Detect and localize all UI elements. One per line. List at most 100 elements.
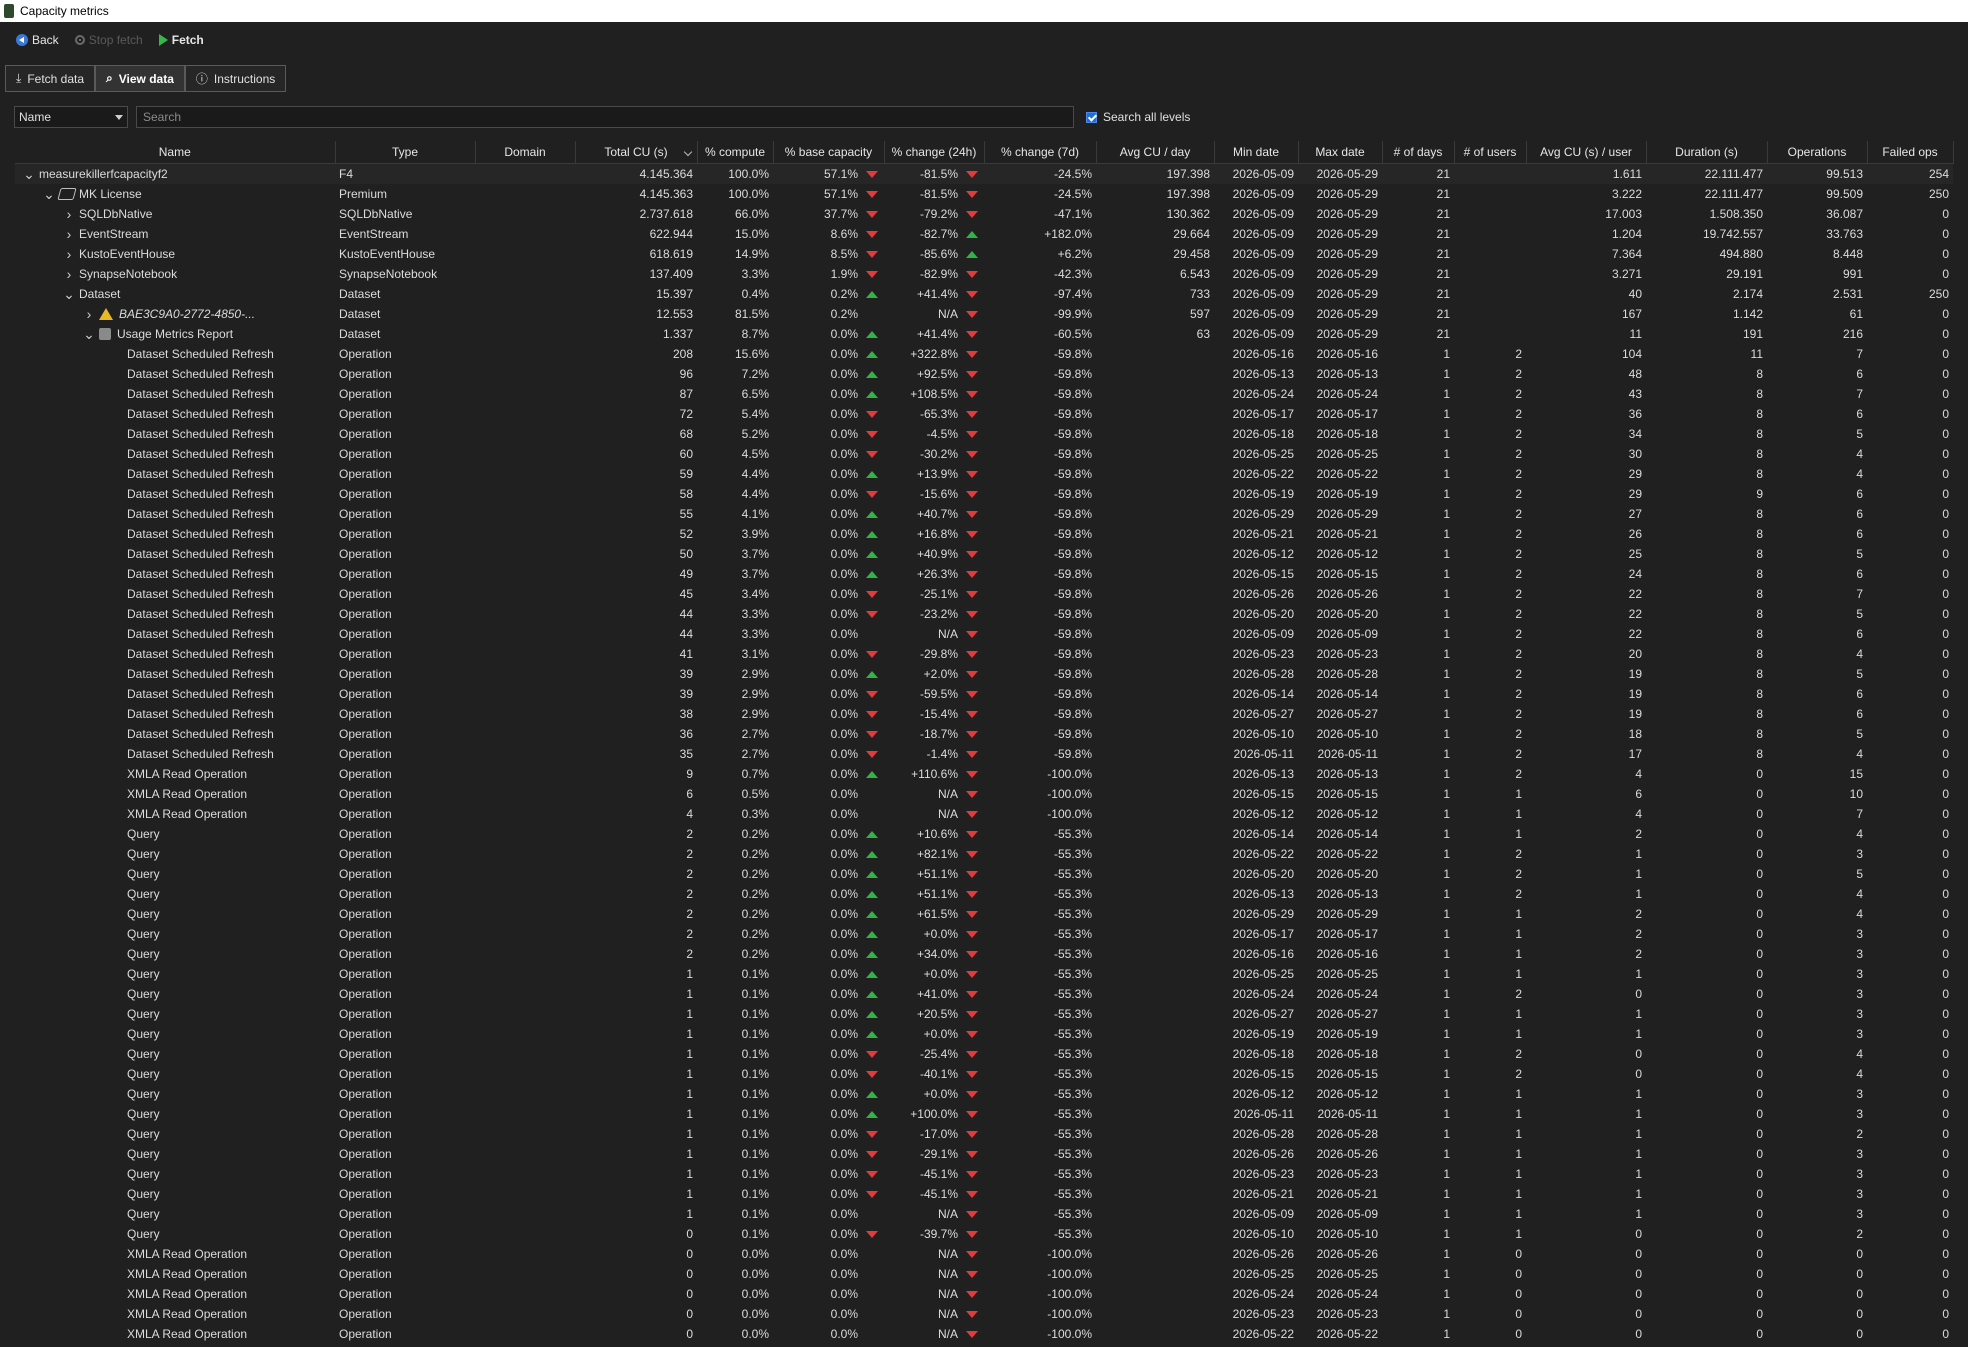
table-row[interactable]: Query Operation 1 0.1% 0.0% -40.1% -55.3% 2026-… xyxy=(15,1064,1953,1084)
table-row[interactable]: Query Operation 0 0.1% 0.0% -39.7% -55.3% 2026-… xyxy=(15,1224,1953,1244)
table-row[interactable]: Query Operation 1 0.1% 0.0% +0.0% -55.3% 2026-0… xyxy=(15,1084,1953,1104)
chevron-down-icon[interactable]: ⌄ xyxy=(23,167,35,181)
column-header[interactable]: Domain xyxy=(475,141,576,164)
table-row[interactable]: Dataset Scheduled Refresh Operation 52 3.9%… xyxy=(15,524,1953,544)
base-capacity-value: 0.2% xyxy=(830,307,858,321)
table-row[interactable]: Dataset Scheduled Refresh Operation 44 3.3%… xyxy=(15,604,1953,624)
column-header[interactable]: % change (24h) xyxy=(884,141,985,164)
sort-descending-icon[interactable] xyxy=(683,147,692,157)
table-row[interactable]: XMLA Read Operation Operation 4 0.3% 0.0% N/A… xyxy=(15,804,1953,824)
column-header[interactable]: % compute xyxy=(697,141,774,164)
metrics-grid: Name Type Domain Total CU (s)% compute% bas… xyxy=(15,141,1954,1344)
table-row[interactable]: Query Operation 1 0.1% 0.0% -25.4% -55.3% 2026-… xyxy=(15,1044,1953,1064)
table-row[interactable]: Query Operation 2 0.2% 0.0% +51.1% -55.3% 2026-… xyxy=(15,884,1953,904)
table-row[interactable]: Dataset Scheduled Refresh Operation 60 4.5%… xyxy=(15,444,1953,464)
column-header[interactable]: Failed ops xyxy=(1867,141,1954,164)
search-field-select[interactable]: Name xyxy=(14,106,128,128)
table-row[interactable]: XMLA Read Operation Operation 9 0.7% 0.0% +11… xyxy=(15,764,1953,784)
table-row[interactable]: Dataset Scheduled Refresh Operation 68 5.2%… xyxy=(15,424,1953,444)
column-header[interactable]: # of days xyxy=(1382,141,1455,164)
back-button[interactable]: Back xyxy=(12,31,63,49)
table-row[interactable]: XMLA Read Operation Operation 6 0.5% 0.0% N/A… xyxy=(15,784,1953,804)
chevron-right-icon[interactable]: › xyxy=(83,306,95,322)
column-header[interactable]: Type xyxy=(335,141,476,164)
table-row[interactable]: Dataset Scheduled Refresh Operation 44 3.3%… xyxy=(15,624,1953,644)
duration-cell: 0 xyxy=(1756,1207,1763,1221)
table-row[interactable]: Dataset Scheduled Refresh Operation 41 3.1%… xyxy=(15,644,1953,664)
chevron-down-icon[interactable]: ⌄ xyxy=(63,287,75,301)
column-header[interactable]: Total CU (s) xyxy=(575,141,698,164)
column-header[interactable]: % base capacity xyxy=(773,141,885,164)
column-header[interactable]: Avg CU (s) / user xyxy=(1526,141,1647,164)
table-row[interactable]: ⌄ Usage Metrics Report Dataset 1.337 8.7% 0.0… xyxy=(15,324,1953,344)
table-row[interactable]: › KustoEventHouse KustoEventHouse 618.619 14… xyxy=(15,244,1953,264)
table-row[interactable]: Dataset Scheduled Refresh Operation 45 3.4%… xyxy=(15,584,1953,604)
column-header[interactable]: Min date xyxy=(1214,141,1299,164)
duration-cell: 8 xyxy=(1756,647,1763,661)
chevron-down-icon[interactable]: ⌄ xyxy=(83,327,95,341)
tab-view-data[interactable]: ⌕ View data xyxy=(95,65,185,92)
table-row[interactable]: Query Operation 1 0.1% 0.0% -45.1% -55.3% 2026-… xyxy=(15,1164,1953,1184)
table-row[interactable]: Query Operation 2 0.2% 0.0% +10.6% -55.3% 2026-… xyxy=(15,824,1953,844)
table-row[interactable]: Query Operation 1 0.1% 0.0% +20.5% -55.3% 2026-… xyxy=(15,1004,1953,1024)
table-row[interactable]: Dataset Scheduled Refresh Operation 39 2.9%… xyxy=(15,664,1953,684)
chevron-right-icon[interactable]: › xyxy=(63,266,75,282)
table-row[interactable]: Dataset Scheduled Refresh Operation 36 2.7%… xyxy=(15,724,1953,744)
chevron-right-icon[interactable]: › xyxy=(63,246,75,262)
table-row[interactable]: XMLA Read Operation Operation 0 0.0% 0.0% N/A… xyxy=(15,1264,1953,1284)
table-row[interactable]: Query Operation 2 0.2% 0.0% +51.1% -55.3% 2026-… xyxy=(15,864,1953,884)
table-row[interactable]: Dataset Scheduled Refresh Operation 50 3.7%… xyxy=(15,544,1953,564)
table-row[interactable]: XMLA Read Operation Operation 0 0.0% 0.0% N/A… xyxy=(15,1284,1953,1304)
table-row[interactable]: XMLA Read Operation Operation 0 0.0% 0.0% N/A… xyxy=(15,1324,1953,1344)
table-row[interactable]: Dataset Scheduled Refresh Operation 72 5.4%… xyxy=(15,404,1953,424)
table-row[interactable]: ⌄ Dataset Dataset 15.397 0.4% 0.2% +41.4% -97.4… xyxy=(15,284,1953,304)
table-row[interactable]: XMLA Read Operation Operation 0 0.0% 0.0% N/A… xyxy=(15,1244,1953,1264)
fetch-button[interactable]: Fetch xyxy=(155,31,208,49)
table-row[interactable]: Dataset Scheduled Refresh Operation 58 4.4%… xyxy=(15,484,1953,504)
table-row[interactable]: › EventStream EventStream 622.944 15.0% 8.6% -… xyxy=(15,224,1953,244)
table-row[interactable]: Query Operation 1 0.1% 0.0% +41.0% -55.3% 2026-… xyxy=(15,984,1953,1004)
table-row[interactable]: Query Operation 1 0.1% 0.0% -17.0% -55.3% 2026-… xyxy=(15,1124,1953,1144)
table-row[interactable]: Query Operation 2 0.2% 0.0% +34.0% -55.3% 2026-… xyxy=(15,944,1953,964)
column-header[interactable]: % change (7d) xyxy=(984,141,1097,164)
table-row[interactable]: › SynapseNotebook SynapseNotebook 137.409 3.… xyxy=(15,264,1953,284)
search-input[interactable]: Search xyxy=(136,106,1074,128)
table-row[interactable]: Query Operation 1 0.1% 0.0% N/A -55.3% 2026-05-… xyxy=(15,1204,1953,1224)
tab-instructions[interactable]: ⓘ Instructions xyxy=(184,65,287,92)
table-row[interactable]: Dataset Scheduled Refresh Operation 96 7.2%… xyxy=(15,364,1953,384)
search-all-levels-checkbox[interactable]: Search all levels xyxy=(1086,110,1190,124)
column-header[interactable]: Duration (s) xyxy=(1646,141,1768,164)
chevron-down-icon[interactable]: ⌄ xyxy=(43,187,55,201)
table-row[interactable]: Dataset Scheduled Refresh Operation 49 3.7%… xyxy=(15,564,1953,584)
tab-fetch-data[interactable]: ⤓ Fetch data xyxy=(5,65,96,92)
column-header[interactable]: Operations xyxy=(1767,141,1868,164)
table-row[interactable]: Query Operation 2 0.2% 0.0% +61.5% -55.3% 2026-… xyxy=(15,904,1953,924)
table-row[interactable]: Query Operation 1 0.1% 0.0% +100.0% -55.3% 2026… xyxy=(15,1104,1953,1124)
table-row[interactable]: Query Operation 2 0.2% 0.0% +0.0% -55.3% 2026-0… xyxy=(15,924,1953,944)
table-row[interactable]: ⌄ MK License Premium 4.145.363 100.0% 57.1% -8… xyxy=(15,184,1953,204)
table-row[interactable]: Dataset Scheduled Refresh Operation 55 4.1%… xyxy=(15,504,1953,524)
table-row[interactable]: Query Operation 1 0.1% 0.0% +0.0% -55.3% 2026-0… xyxy=(15,964,1953,984)
chevron-right-icon[interactable]: › xyxy=(63,226,75,242)
table-row[interactable]: Query Operation 1 0.1% 0.0% -29.1% -55.3% 2026-… xyxy=(15,1144,1953,1164)
table-row[interactable]: ⌄ measurekillerfcapacityf2 F4 4.145.364 100.… xyxy=(15,163,1953,184)
table-row[interactable]: Dataset Scheduled Refresh Operation 208 15.… xyxy=(15,344,1953,364)
table-row[interactable]: Dataset Scheduled Refresh Operation 35 2.7%… xyxy=(15,744,1953,764)
table-row[interactable]: › BAE3C9A0-2772-4850-... Dataset 12.553 81.5… xyxy=(15,304,1953,324)
table-row[interactable]: Dataset Scheduled Refresh Operation 39 2.9%… xyxy=(15,684,1953,704)
column-header[interactable]: # of users xyxy=(1454,141,1527,164)
column-header[interactable]: Name xyxy=(15,141,336,164)
table-row[interactable]: Query Operation 1 0.1% 0.0% +0.0% -55.3% 2026-0… xyxy=(15,1024,1953,1044)
table-row[interactable]: Dataset Scheduled Refresh Operation 87 6.5%… xyxy=(15,384,1953,404)
table-row[interactable]: XMLA Read Operation Operation 0 0.0% 0.0% N/A… xyxy=(15,1304,1953,1324)
min-date-cell: 2026-05-09 xyxy=(1232,207,1294,221)
table-row[interactable]: › SQLDbNative SQLDbNative 2.737.618 66.0% 37.… xyxy=(15,204,1953,224)
chevron-right-icon[interactable]: › xyxy=(63,206,75,222)
column-header[interactable]: Max date xyxy=(1298,141,1383,164)
stop-fetch-button[interactable]: Stop fetch xyxy=(71,31,147,49)
table-row[interactable]: Query Operation 2 0.2% 0.0% +82.1% -55.3% 2026-… xyxy=(15,844,1953,864)
table-row[interactable]: Query Operation 1 0.1% 0.0% -45.1% -55.3% 2026-… xyxy=(15,1184,1953,1204)
table-row[interactable]: Dataset Scheduled Refresh Operation 59 4.4%… xyxy=(15,464,1953,484)
column-header[interactable]: Avg CU / day xyxy=(1096,141,1215,164)
table-row[interactable]: Dataset Scheduled Refresh Operation 38 2.9%… xyxy=(15,704,1953,724)
